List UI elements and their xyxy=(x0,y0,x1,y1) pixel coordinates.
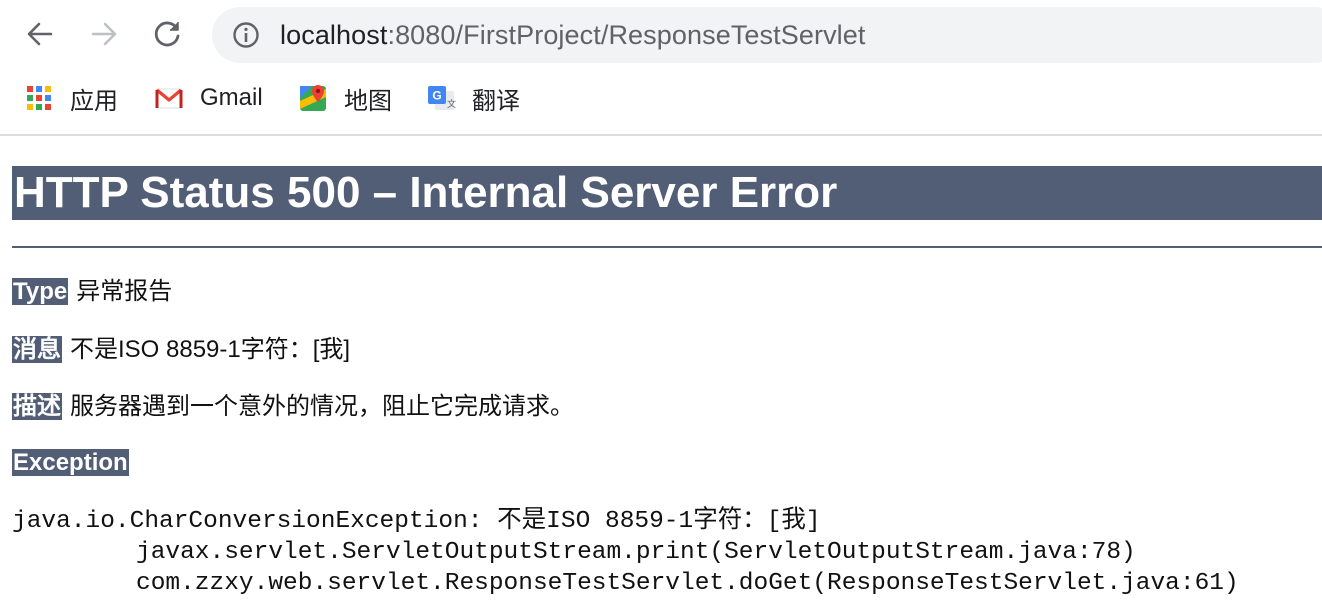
bookmark-maps[interactable]: 地图 xyxy=(298,82,392,115)
message-row: 消息 不是ISO 8859-1字符：[我] xyxy=(12,335,350,365)
bookmark-label: 地图 xyxy=(344,87,392,115)
gmail-icon xyxy=(155,88,183,109)
svg-text:G: G xyxy=(432,89,441,103)
url-path: :8080/FirstProject/ResponseTestServlet xyxy=(387,20,866,50)
bookmarks-bar: 应用 Gmail 地图 G 文 翻译 xyxy=(0,70,1322,136)
description-row: 描述 服务器遇到一个意外的情况，阻止它完成请求。 xyxy=(12,392,574,422)
page-title: HTTP Status 500 – Internal Server Error xyxy=(12,166,1322,220)
arrow-left-icon xyxy=(27,22,53,46)
url-text[interactable]: localhost:8080/FirstProject/ResponseTest… xyxy=(280,19,865,51)
type-value: 异常报告 xyxy=(76,278,173,305)
stack-line: com.zzxy.web.servlet.ResponseTestServlet… xyxy=(136,570,1239,597)
reload-icon xyxy=(154,21,180,47)
bookmark-gmail[interactable]: Gmail xyxy=(154,82,263,114)
message-value: 不是ISO 8859-1字符：[我] xyxy=(70,336,351,363)
forward-button[interactable] xyxy=(84,14,124,54)
url-host: localhost xyxy=(280,20,388,50)
info-icon[interactable] xyxy=(232,21,260,49)
description-value: 服务器遇到一个意外的情况，阻止它完成请求。 xyxy=(70,393,574,420)
bookmark-label: 应用 xyxy=(70,87,118,115)
stack-line: javax.servlet.ServletOutputStream.print(… xyxy=(136,539,1136,566)
back-button[interactable] xyxy=(20,14,60,54)
description-label: 描述 xyxy=(12,393,62,420)
bookmark-translate[interactable]: G 文 翻译 xyxy=(426,82,520,115)
reload-button[interactable] xyxy=(148,14,188,54)
translate-icon: G 文 xyxy=(428,86,456,110)
exception-label: Exception xyxy=(12,449,129,476)
stack-line: java.io.CharConversionException: 不是ISO 8… xyxy=(12,508,821,535)
bookmark-apps[interactable]: 应用 xyxy=(24,82,118,115)
divider xyxy=(12,246,1322,248)
bookmark-label: 翻译 xyxy=(472,87,520,115)
type-row: Type 异常报告 xyxy=(12,277,172,307)
message-label: 消息 xyxy=(12,336,62,363)
svg-text:文: 文 xyxy=(447,98,456,110)
exception-row: Exception xyxy=(12,448,129,478)
address-bar[interactable]: localhost:8080/FirstProject/ResponseTest… xyxy=(212,7,1322,63)
arrow-right-icon xyxy=(91,22,117,46)
stack-trace: java.io.CharConversionException: 不是ISO 8… xyxy=(12,506,1239,599)
type-label: Type xyxy=(12,278,69,305)
apps-grid-icon xyxy=(27,86,51,110)
bookmark-label: Gmail xyxy=(200,84,263,111)
maps-icon xyxy=(300,85,326,111)
browser-toolbar: localhost:8080/FirstProject/ResponseTest… xyxy=(0,0,1322,70)
